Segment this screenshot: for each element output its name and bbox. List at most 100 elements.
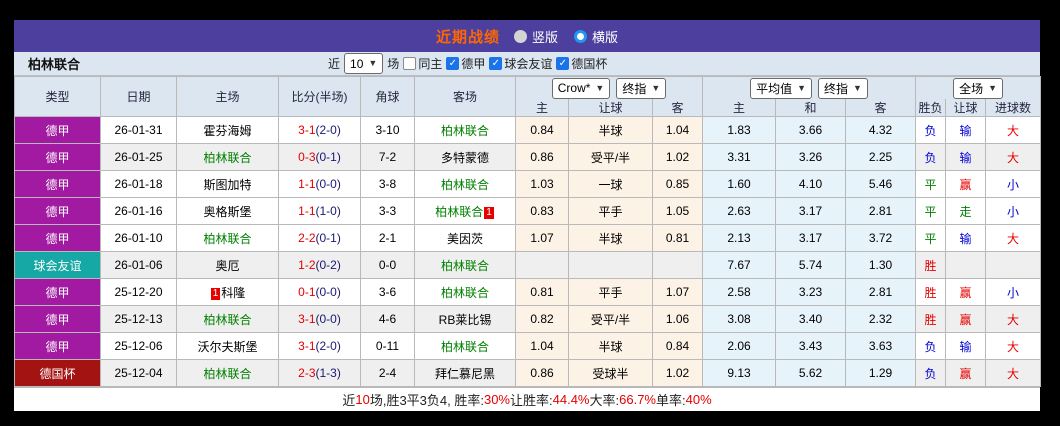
- corner-count: 7-2: [360, 143, 415, 171]
- header-home: 主场: [176, 76, 279, 117]
- summary-segment: 30%: [483, 392, 510, 407]
- header-average-group: 平均值 ▼ 终指 ▼: [702, 76, 917, 99]
- match-count-select[interactable]: 10 ▼: [344, 53, 384, 74]
- result-handicap: 走: [945, 197, 987, 225]
- fulltime-score: 3-1: [298, 123, 316, 137]
- avg-home-odds: 7.67: [702, 251, 777, 279]
- result-outcome: 负: [915, 332, 947, 360]
- chevron-down-icon: ▼: [368, 58, 378, 68]
- odds-away: 1.02: [651, 359, 704, 387]
- filter-checkbox-同主[interactable]: 同主: [403, 55, 442, 72]
- home-team: 奥厄: [176, 251, 279, 279]
- match-date: 26-01-06: [100, 251, 177, 279]
- team-name: 柏林联合: [28, 57, 81, 72]
- team-name: 柏林联合: [203, 150, 252, 165]
- halftime-score: (1-3): [315, 366, 341, 380]
- checkbox-unchecked-icon[interactable]: [403, 57, 417, 70]
- halftime-score: (0-1): [315, 231, 341, 245]
- avg-draw-odds: 3.43: [775, 332, 847, 360]
- recent-label: 近: [328, 57, 341, 71]
- halftime-score: (0-0): [315, 312, 341, 326]
- odds-home: 1.03: [515, 170, 569, 198]
- avg-home-odds: 1.60: [702, 170, 777, 198]
- filter-checkbox-德国杯[interactable]: 德国杯: [556, 55, 607, 72]
- avg-away-odds: 2.25: [845, 143, 917, 171]
- result-handicap: 赢: [945, 170, 987, 198]
- result-outcome: 负: [915, 359, 947, 387]
- odds-home: [515, 251, 569, 279]
- odds-handicap: 受球半: [568, 359, 653, 387]
- checkbox-label: 球会友谊: [504, 57, 553, 71]
- avg-away-odds: 2.81: [845, 197, 917, 225]
- header-date: 日期: [100, 76, 177, 117]
- match-type-badge: 德甲: [14, 278, 101, 306]
- avg-home-odds: 1.83: [702, 116, 777, 144]
- score-cell: 3-1(0-0): [278, 305, 361, 333]
- header-type: 类型: [14, 76, 101, 117]
- odds-away: 0.81: [651, 224, 704, 252]
- home-team: 柏林联合: [176, 143, 279, 171]
- away-team: 柏林联合: [414, 116, 516, 144]
- team-name: 柏林联合: [440, 123, 489, 138]
- team-name: 多特蒙德: [440, 150, 489, 165]
- odds-away: 1.06: [651, 305, 704, 333]
- odds-home: 1.07: [515, 224, 569, 252]
- odds-handicap: 受平/半: [568, 305, 653, 333]
- average-select[interactable]: 平均值 ▼: [750, 77, 813, 99]
- halftime-score: (1-0): [315, 204, 341, 218]
- halftime-score: (0-0): [315, 177, 341, 191]
- result-handicap: 赢: [945, 305, 987, 333]
- avg-home-odds: 9.13: [702, 359, 777, 387]
- odds-away: 0.84: [651, 332, 704, 360]
- corner-count: 3-6: [360, 278, 415, 306]
- away-team: 拜仁慕尼黑: [414, 359, 516, 387]
- checkbox-checked-icon[interactable]: [489, 57, 503, 70]
- filter-checkbox-球会友谊[interactable]: 球会友谊: [489, 55, 552, 72]
- score-cell: 1-2(0-2): [278, 251, 361, 279]
- summary-segment: 大率:: [589, 393, 620, 408]
- chevron-down-icon: ▼: [651, 82, 661, 93]
- result-handicap: 赢: [945, 278, 987, 306]
- avg-draw-odds: 3.66: [775, 116, 847, 144]
- checkbox-checked-icon[interactable]: [446, 57, 460, 70]
- result-handicap: 输: [945, 143, 987, 171]
- odds-handicap: 半球: [568, 224, 653, 252]
- matches-label: 场: [387, 57, 400, 71]
- header-result-group: 全场 ▼: [915, 76, 1042, 99]
- bookmaker-odds-time-select[interactable]: 终指 ▼: [616, 77, 667, 99]
- match-count-value: 10: [350, 56, 364, 71]
- avg-away-odds: 3.63: [845, 332, 917, 360]
- avg-home-odds: 2.63: [702, 197, 777, 225]
- match-type-badge: 德甲: [14, 170, 101, 198]
- home-team: 沃尔夫斯堡: [176, 332, 279, 360]
- halftime-score: (2-0): [315, 339, 341, 353]
- fulltime-score: 1-2: [298, 258, 316, 272]
- bookmaker-select[interactable]: Crow* ▼: [551, 77, 611, 99]
- avg-away-odds: 4.32: [845, 116, 917, 144]
- red-card-icon: 1: [210, 287, 221, 300]
- layout-radio-vertical[interactable]: 竖版: [513, 27, 558, 46]
- fulltime-score: 2-2: [298, 231, 316, 245]
- away-team: RB莱比锡: [414, 305, 516, 333]
- layout-radio-horizontal[interactable]: 横版: [574, 27, 618, 46]
- home-team: 1 科隆: [176, 278, 279, 306]
- result-outcome: 胜: [915, 251, 947, 279]
- avg-home-odds: 3.31: [702, 143, 777, 171]
- radio-icon[interactable]: [574, 29, 587, 43]
- table-row: 球会友谊 26-01-06 奥厄 1-2(0-2) 0-0 柏林联合 7.67 …: [14, 251, 1042, 279]
- red-card-icon: 1: [484, 206, 494, 219]
- average-odds-time-select[interactable]: 终指 ▼: [818, 77, 868, 99]
- avg-draw-odds: 5.74: [775, 251, 847, 279]
- match-date: 26-01-18: [100, 170, 177, 198]
- home-team: 柏林联合: [176, 305, 279, 333]
- result-handicap: 输: [945, 332, 987, 360]
- result-goals: 大: [985, 305, 1042, 333]
- odds-away: 1.04: [651, 116, 704, 144]
- result-outcome: 负: [915, 143, 947, 171]
- panel-title: 近期战绩: [435, 28, 500, 46]
- team-name: 霍芬海姆: [203, 123, 252, 138]
- checkbox-checked-icon[interactable]: [556, 57, 570, 70]
- filter-checkbox-德甲[interactable]: 德甲: [446, 55, 485, 72]
- scope-select[interactable]: 全场 ▼: [953, 77, 1004, 99]
- radio-icon[interactable]: [513, 29, 527, 43]
